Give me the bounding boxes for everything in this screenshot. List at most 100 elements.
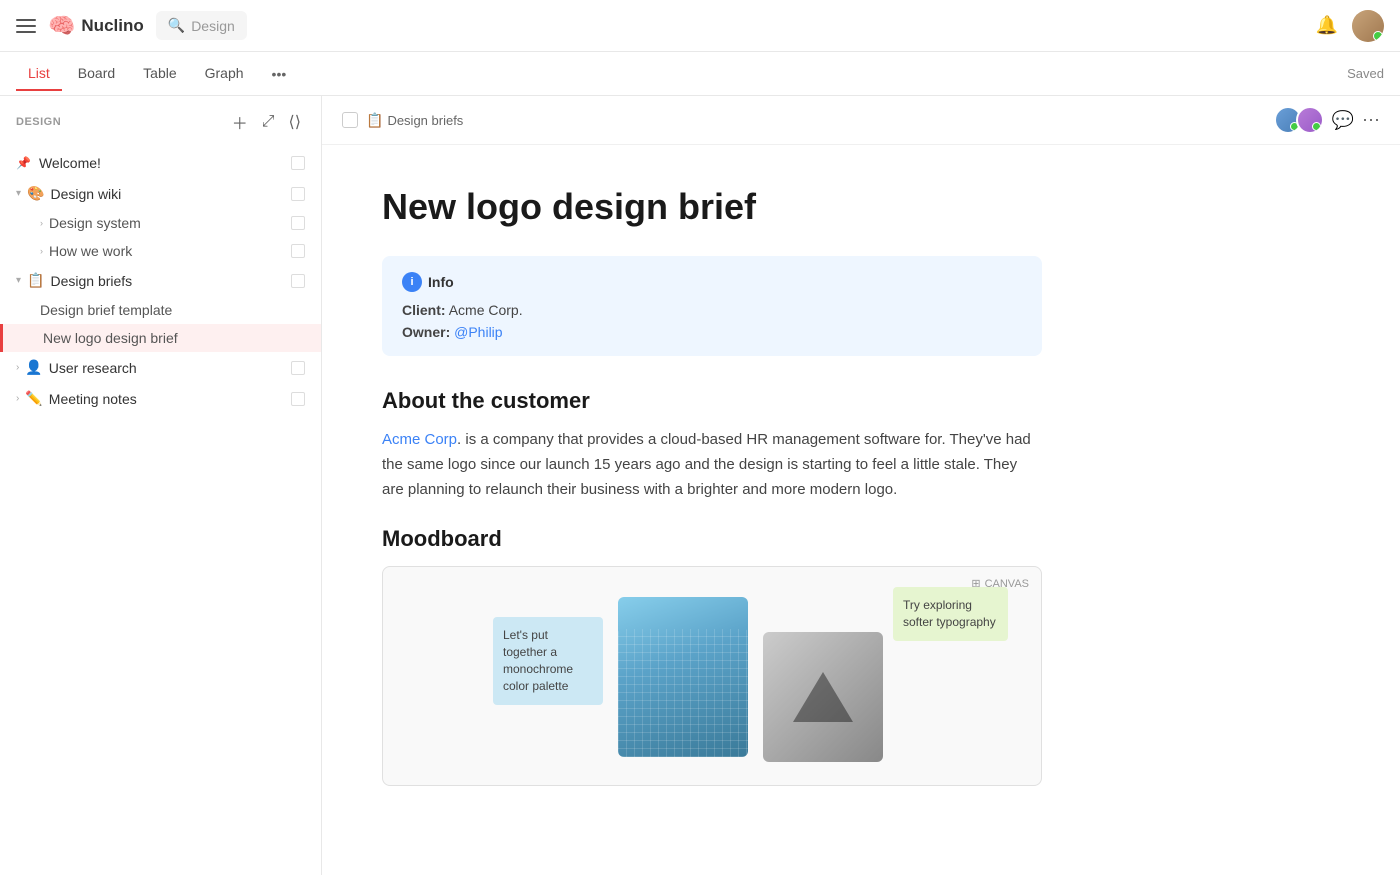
sidebar-item-welcome[interactable]: 📌 Welcome!: [0, 148, 321, 178]
main-layout: DESIGN ＋ ⤢ ⟨⟩ 📌 Welcome! ▾ 🎨 Design wiki…: [0, 96, 1400, 875]
search-bar[interactable]: 🔍 Design: [156, 11, 247, 40]
search-icon: 🔍: [168, 17, 185, 34]
chevron-right-icon: ›: [40, 218, 43, 228]
moodboard-canvas: ⊞ CANVAS Let's put together a monochrome…: [382, 566, 1042, 786]
sidebar: DESIGN ＋ ⤢ ⟨⟩ 📌 Welcome! ▾ 🎨 Design wiki…: [0, 96, 322, 875]
content-area: 📋 Design briefs 💬 ⋯ New logo design brie…: [322, 96, 1400, 875]
sidebar-item-expand-icon: [291, 392, 305, 406]
building-lines: [618, 629, 748, 757]
tab-list[interactable]: List: [16, 57, 62, 91]
design-wiki-icon: 🎨: [27, 185, 44, 202]
sidebar-item-design-briefs[interactable]: ▾ 📋 Design briefs: [0, 265, 321, 296]
comment-icon[interactable]: 💬: [1332, 110, 1354, 131]
search-text: Design: [191, 18, 235, 34]
breadcrumb-label[interactable]: Design briefs: [387, 113, 463, 128]
sidebar-item-expand-icon: [291, 216, 305, 230]
sidebar-item-expand-icon: [291, 187, 305, 201]
architecture-image: [763, 632, 883, 762]
sidebar-meeting-notes-label: Meeting notes: [49, 391, 285, 407]
notification-icon[interactable]: 🔔: [1316, 15, 1338, 36]
sidebar-how-we-work-label: How we work: [49, 243, 285, 259]
navbar: 🧠 Nuclino 🔍 Design 🔔: [0, 0, 1400, 52]
tab-table[interactable]: Table: [131, 57, 188, 91]
info-box-header: i Info: [402, 272, 1022, 292]
building-image: [618, 597, 748, 757]
sidebar-new-logo-label: New logo design brief: [43, 330, 305, 346]
sidebar-user-research-label: User research: [49, 360, 285, 376]
chevron-right-icon: ›: [16, 362, 19, 373]
navbar-right: 🔔: [1316, 10, 1384, 42]
chevron-down-icon: ▾: [16, 275, 21, 286]
chevron-down-icon: ▾: [16, 188, 21, 199]
collab-avatars: [1274, 106, 1324, 134]
sidebar-design-briefs-label: Design briefs: [50, 273, 285, 289]
user-research-icon: 👤: [25, 359, 42, 376]
design-briefs-icon: 📋: [27, 272, 44, 289]
meeting-notes-icon: ✏️: [25, 390, 42, 407]
moodboard-section-title: Moodboard: [382, 526, 1042, 552]
info-icon: i: [402, 272, 422, 292]
tab-graph[interactable]: Graph: [193, 57, 256, 91]
doc-checkbox[interactable]: [342, 112, 358, 128]
sidebar-header-actions: ＋ ⤢ ⟨⟩: [228, 108, 305, 136]
add-item-button[interactable]: ＋: [228, 108, 252, 136]
doc-toolbar: 📋 Design briefs 💬 ⋯: [322, 96, 1400, 145]
sidebar-item-design-wiki[interactable]: ▾ 🎨 Design wiki: [0, 178, 321, 209]
sidebar-welcome-label: Welcome!: [39, 155, 285, 171]
collapse-sidebar-button[interactable]: ⟨⟩: [285, 110, 305, 134]
pin-icon: 📌: [16, 156, 31, 170]
breadcrumb-icon: 📋: [366, 112, 383, 129]
info-owner-row: Owner: @Philip: [402, 324, 1022, 340]
sidebar-header: DESIGN ＋ ⤢ ⟨⟩: [0, 96, 321, 148]
user-avatar[interactable]: [1352, 10, 1384, 42]
info-box: i Info Client: Acme Corp. Owner: @Philip: [382, 256, 1042, 356]
doc-title: New logo design brief: [382, 185, 1042, 228]
more-options-icon[interactable]: ⋯: [1362, 110, 1380, 131]
sidebar-item-how-we-work[interactable]: › How we work: [0, 237, 321, 265]
about-paragraph: Acme Corp. is a company that provides a …: [382, 428, 1042, 502]
sidebar-design-system-label: Design system: [49, 215, 285, 231]
info-owner-label: Owner:: [402, 324, 450, 340]
collab-avatar-2: [1296, 106, 1324, 134]
about-section-title: About the customer: [382, 388, 1042, 414]
sidebar-item-expand-icon: [291, 244, 305, 258]
acme-corp-link[interactable]: Acme Corp: [382, 431, 457, 448]
hamburger-icon[interactable]: [16, 16, 36, 36]
sticky-blue-text: Let's put together a monochrome color pa…: [503, 628, 573, 692]
tab-board[interactable]: Board: [66, 57, 127, 91]
sidebar-item-design-system[interactable]: › Design system: [0, 209, 321, 237]
sidebar-item-expand-icon: [291, 274, 305, 288]
info-client-row: Client: Acme Corp.: [402, 302, 1022, 318]
arch-triangle: [793, 672, 853, 722]
logo-brain-icon: 🧠: [48, 13, 75, 39]
sidebar-item-design-brief-template[interactable]: Design brief template: [0, 296, 321, 324]
sidebar-item-user-research[interactable]: › 👤 User research: [0, 352, 321, 383]
breadcrumb: 📋 Design briefs: [366, 112, 463, 129]
tabbar: List Board Table Graph ••• Saved: [0, 52, 1400, 96]
sticky-green-text: Try exploring softer typography: [903, 598, 996, 629]
sidebar-item-new-logo-design-brief[interactable]: New logo design brief: [0, 324, 321, 352]
sidebar-brief-template-label: Design brief template: [40, 302, 305, 318]
chevron-right-icon: ›: [16, 393, 19, 404]
sidebar-item-meeting-notes[interactable]: › ✏️ Meeting notes: [0, 383, 321, 414]
info-box-title: Info: [428, 274, 454, 290]
sidebar-section-title: DESIGN: [16, 116, 220, 128]
about-paragraph-text: . is a company that provides a cloud-bas…: [382, 431, 1031, 498]
doc-content: New logo design brief i Info Client: Acm…: [322, 145, 1102, 846]
tab-more-icon[interactable]: •••: [264, 58, 295, 90]
sidebar-item-expand-icon: [291, 156, 305, 170]
expand-sidebar-button[interactable]: ⤢: [258, 111, 279, 133]
sticky-note-green: Try exploring softer typography: [893, 587, 1008, 641]
doc-toolbar-right: 💬 ⋯: [1274, 106, 1380, 134]
info-owner-value[interactable]: @Philip: [454, 324, 502, 340]
sidebar-design-wiki-label: Design wiki: [50, 186, 285, 202]
logo-area: 🧠 Nuclino: [48, 13, 144, 39]
app-name: Nuclino: [81, 16, 143, 36]
saved-status: Saved: [1347, 66, 1384, 81]
info-client-value: Acme Corp.: [449, 302, 523, 318]
info-client-label: Client:: [402, 302, 446, 318]
sidebar-item-expand-icon: [291, 361, 305, 375]
sticky-note-blue: Let's put together a monochrome color pa…: [493, 617, 603, 704]
navbar-left: 🧠 Nuclino 🔍 Design: [16, 11, 1316, 40]
chevron-right-icon: ›: [40, 246, 43, 256]
